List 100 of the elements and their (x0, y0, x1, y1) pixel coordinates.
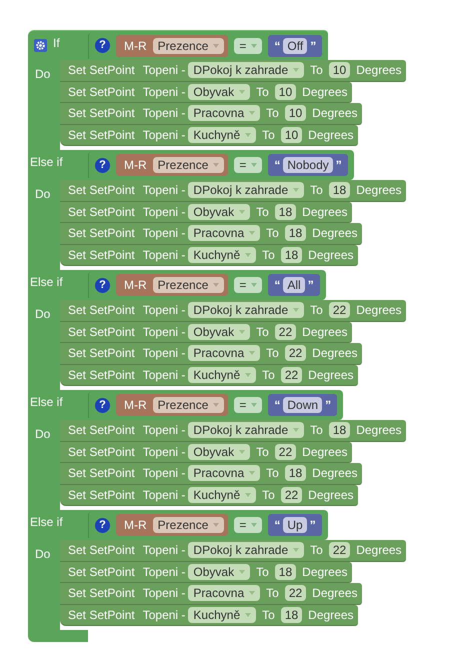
room-dropdown[interactable]: Obyvak (188, 84, 250, 100)
property-dropdown[interactable]: Prezence (152, 157, 224, 173)
help-icon[interactable]: ? (95, 278, 110, 292)
room-dropdown[interactable]: Pracovna (188, 105, 260, 122)
number-field[interactable]: 22 (280, 366, 302, 383)
help-icon[interactable]: ? (95, 158, 110, 172)
block-label: M-R (124, 157, 147, 174)
room-dropdown[interactable]: Obyvak (188, 204, 250, 220)
number-field[interactable]: 22 (284, 585, 306, 602)
property-dropdown[interactable]: Prezence (152, 517, 224, 533)
gear-icon[interactable] (34, 39, 47, 52)
block-label: Set SetPoint (68, 126, 135, 144)
room-dropdown[interactable]: Obyvak (188, 444, 250, 460)
dropdown-arrow-icon (213, 163, 220, 167)
number-field[interactable]: 18 (280, 246, 302, 263)
text-value-field[interactable]: Up (283, 517, 307, 533)
room-dropdown[interactable]: DPokoj k zahrade (188, 542, 304, 558)
help-icon[interactable]: ? (95, 398, 110, 412)
number-field[interactable]: 18 (280, 606, 302, 623)
number-field[interactable]: 22 (284, 345, 306, 362)
to-label: To (256, 84, 269, 101)
to-label: To (266, 465, 279, 482)
number-field[interactable]: 22 (274, 444, 296, 460)
block-label: Set SetPoint (68, 204, 135, 221)
room-dropdown[interactable]: Kuchyně (188, 606, 256, 623)
quote-mark: ” (308, 277, 314, 294)
room-dropdown[interactable]: DPokoj k zahrade (188, 182, 304, 198)
room-dropdown[interactable]: Pracovna (188, 465, 260, 482)
number-field[interactable]: 22 (280, 486, 302, 503)
quote-mark: “ (274, 277, 280, 294)
dropdown-arrow-icon (245, 612, 252, 617)
room-dropdown[interactable]: Kuchyně (188, 246, 256, 263)
property-dropdown[interactable]: Prezence (152, 38, 224, 54)
number-field[interactable]: 10 (280, 126, 302, 143)
number-field[interactable]: 22 (328, 302, 350, 318)
dropdown-text: Prezence (158, 277, 208, 294)
dropdown-text: Obyvak (193, 564, 234, 581)
text-value-field[interactable]: Down (283, 397, 322, 413)
dropdown-arrow-icon (293, 68, 300, 72)
number-field[interactable]: 18 (284, 465, 306, 482)
text-value-field[interactable]: Nobody (283, 157, 333, 173)
clause-label: Else if (30, 154, 63, 171)
room-dropdown[interactable]: DPokoj k zahrade (188, 422, 304, 438)
room-dropdown[interactable]: DPokoj k zahrade (188, 62, 304, 78)
number-field[interactable]: 10 (274, 84, 296, 100)
number-field[interactable]: 10 (328, 62, 350, 78)
dropdown-arrow-icon (213, 403, 220, 407)
room-dropdown[interactable]: DPokoj k zahrade (188, 302, 304, 318)
quote-mark: ” (310, 38, 316, 54)
dropdown-arrow-icon (239, 570, 246, 574)
text-value-field[interactable]: Off (283, 38, 308, 54)
property-dropdown[interactable]: Prezence (152, 277, 224, 293)
block-label: Set SetPoint (68, 542, 135, 560)
device-label: Topeni - (142, 324, 186, 341)
block-label: Set SetPoint (68, 486, 135, 504)
device-label: Topeni - (142, 564, 186, 581)
unit-label: Degrees (302, 564, 348, 581)
number-field[interactable]: 18 (274, 564, 296, 580)
block-label: Set SetPoint (68, 182, 135, 200)
quote-mark: ” (310, 517, 316, 534)
room-dropdown[interactable]: Kuchyně (188, 486, 256, 503)
room-dropdown[interactable]: Pracovna (188, 225, 260, 242)
to-label: To (262, 486, 275, 504)
number-field[interactable]: 22 (274, 324, 296, 340)
do-label: Do (35, 427, 50, 441)
to-label: To (262, 366, 275, 384)
room-dropdown[interactable]: Pracovna (188, 345, 260, 362)
room-dropdown[interactable]: Obyvak (188, 324, 250, 340)
room-dropdown[interactable]: Pracovna (188, 585, 260, 602)
unit-label: Degrees (308, 126, 354, 144)
to-label: To (262, 126, 275, 144)
number-field[interactable]: 18 (284, 225, 306, 242)
operator-dropdown[interactable]: = (234, 38, 262, 54)
dropdown-text: Prezence (158, 517, 208, 534)
dropdown-text: Kuchyně (193, 366, 240, 384)
block-label: M-R (124, 38, 147, 54)
unit-label: Degrees (302, 84, 348, 101)
dropdown-arrow-icon (249, 231, 256, 236)
unit-label: Degrees (302, 204, 348, 221)
dropdown-arrow-icon (293, 308, 300, 312)
number-field[interactable]: 18 (328, 182, 350, 198)
operator-dropdown[interactable]: = (234, 397, 262, 413)
block-label: Set SetPoint (68, 345, 135, 362)
help-icon[interactable]: ? (95, 518, 110, 532)
text-value-field[interactable]: All (283, 277, 305, 293)
room-dropdown[interactable]: Obyvak (188, 564, 250, 580)
device-label: Topeni - (142, 585, 186, 602)
dropdown-arrow-icon (239, 210, 246, 214)
unit-label: Degrees (312, 585, 358, 602)
room-dropdown[interactable]: Kuchyně (188, 126, 256, 143)
property-dropdown[interactable]: Prezence (152, 397, 224, 413)
number-field[interactable]: 18 (328, 422, 350, 438)
number-field[interactable]: 18 (274, 204, 296, 220)
number-field[interactable]: 22 (328, 542, 350, 558)
number-field[interactable]: 10 (284, 105, 306, 122)
help-icon[interactable]: ? (95, 38, 110, 53)
operator-dropdown[interactable]: = (234, 517, 262, 533)
operator-dropdown[interactable]: = (234, 157, 262, 173)
room-dropdown[interactable]: Kuchyně (188, 366, 256, 383)
operator-dropdown[interactable]: = (234, 277, 262, 293)
